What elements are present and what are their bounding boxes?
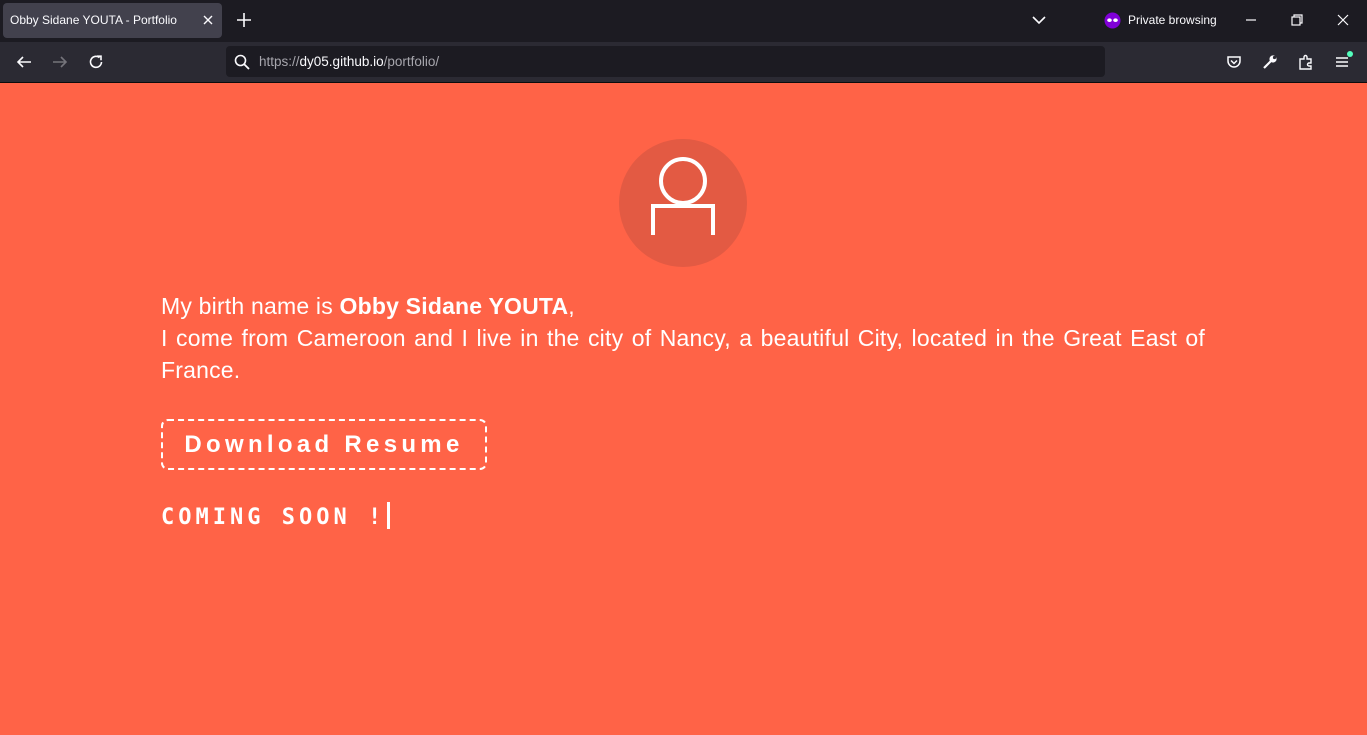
- forward-icon[interactable]: [51, 53, 69, 71]
- pocket-icon[interactable]: [1225, 53, 1243, 71]
- list-all-tabs-icon[interactable]: [1030, 12, 1048, 28]
- portfolio-page: My birth name is Obby Sidane YOUTA, I co…: [0, 83, 1367, 735]
- download-resume-button[interactable]: Download Resume: [161, 419, 487, 470]
- extensions-icon[interactable]: [1297, 53, 1315, 71]
- user-icon: [651, 157, 715, 235]
- wrench-icon[interactable]: [1261, 53, 1279, 71]
- typing-cursor: [387, 502, 391, 529]
- bio-prefix: My birth name is: [161, 293, 340, 319]
- url-path: /portfolio/: [383, 54, 440, 69]
- url-host: dy05.github.io: [299, 54, 384, 69]
- url-scheme: https://: [259, 54, 300, 69]
- restore-icon[interactable]: [1289, 12, 1305, 28]
- bio-text: My birth name is Obby Sidane YOUTA, I co…: [161, 290, 1205, 386]
- navigation-toolbar: https://dy05.github.io/portfolio/: [0, 42, 1367, 83]
- url-text[interactable]: https://dy05.github.io/portfolio/: [259, 46, 439, 77]
- search-icon: [234, 54, 250, 70]
- private-browsing-label: Private browsing: [1128, 13, 1217, 27]
- avatar: [619, 139, 747, 267]
- coming-soon-text: COMING SOON !: [161, 500, 391, 536]
- private-mask-icon: [1104, 12, 1121, 28]
- update-badge: [1347, 51, 1353, 57]
- address-bar[interactable]: https://dy05.github.io/portfolio/: [226, 46, 1105, 77]
- close-window-icon[interactable]: [1335, 12, 1351, 28]
- app-menu-button[interactable]: [1333, 51, 1353, 71]
- close-tab-icon[interactable]: [200, 12, 216, 28]
- coming-soon-label: COMING SOON !: [161, 505, 386, 530]
- back-icon[interactable]: [15, 53, 33, 71]
- new-tab-icon[interactable]: [234, 10, 254, 30]
- tab-active[interactable]: Obby Sidane YOUTA - Portfolio: [3, 3, 222, 38]
- bio-name: Obby Sidane YOUTA: [339, 293, 569, 319]
- tab-title: Obby Sidane YOUTA - Portfolio: [10, 13, 177, 27]
- tab-bar: Obby Sidane YOUTA - Portfolio Private br…: [0, 0, 1367, 42]
- bio-origin: I come from Cameroon and I live in the c…: [161, 325, 1205, 383]
- minimize-icon[interactable]: [1243, 12, 1259, 28]
- bio-suffix: ,: [568, 293, 575, 319]
- private-browsing-indicator: Private browsing: [1104, 10, 1217, 30]
- reload-icon[interactable]: [87, 53, 105, 71]
